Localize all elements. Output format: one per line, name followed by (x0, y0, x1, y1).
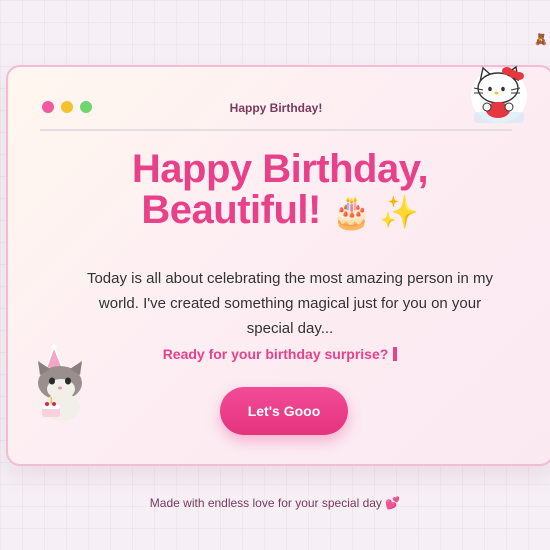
kitten-with-cake-sticker (38, 344, 82, 421)
headline-line-2: Beautiful! 🎂 ✨ (8, 190, 550, 233)
cake-sparkles-emoji: 🎂 ✨ (331, 194, 419, 230)
window-title: Happy Birthday! (229, 101, 323, 115)
headline: Happy Birthday, Beautiful! 🎂 ✨ (8, 149, 550, 233)
footer-note: Made with endless love for your special … (149, 496, 401, 510)
headline-line-1: Happy Birthday, (131, 147, 429, 191)
headline-name: Beautiful! (141, 188, 321, 232)
hello-kitty-sticker (471, 65, 527, 123)
surprise-prompt-text: Ready for your birthday surprise? (162, 346, 389, 362)
teddy-bear-emoji: 🧸 (534, 33, 548, 46)
window-titlebar: Happy Birthday! (40, 89, 512, 131)
birthday-message: Today is all about celebrating the most … (86, 270, 494, 337)
lets-go-button[interactable]: Let's Gooo (220, 387, 348, 435)
birthday-card-window: Happy Birthday! Happy Birthday, Beautifu… (6, 65, 550, 466)
typing-cursor (393, 347, 398, 361)
